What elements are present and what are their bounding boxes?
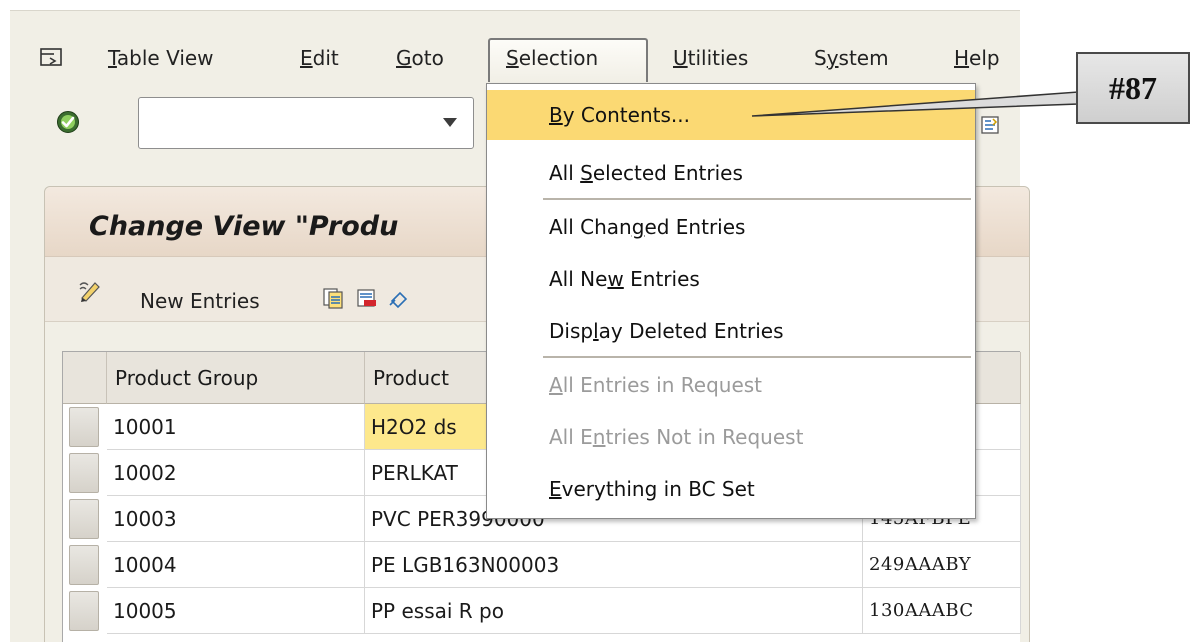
menu-item-all-selected-entries[interactable]: All Selected Entries [487,148,975,198]
new-entries-button[interactable]: New Entries [140,289,260,313]
menu-utilities[interactable]: Utilities [673,45,748,71]
sap-window: Table View Edit Goto Selection Utilities… [10,10,1030,642]
row-selector[interactable] [69,453,99,493]
enter-check-icon[interactable] [56,110,80,134]
menu-item-all-changed-entries[interactable]: All Changed Entries [487,202,975,252]
delete-row-icon[interactable] [356,287,378,309]
cell-code[interactable]: 249AAABY [863,542,1021,588]
table-row[interactable]: 10004 PE LGB163N00003 249AAABY [63,542,1021,588]
cell-product-group[interactable]: 10001 [107,404,365,450]
callout-label: #87 [1076,52,1190,124]
row-selector[interactable] [69,591,99,631]
page-title: Change View "Produ [89,211,399,242]
cell-product[interactable]: PP essai R po [365,588,863,634]
cell-product[interactable]: PE LGB163N00003 [365,542,863,588]
layout-menu-icon[interactable] [980,115,1000,135]
copy-icon[interactable] [322,287,344,309]
cell-product-group[interactable]: 10002 [107,450,365,496]
cell-product-group[interactable]: 10005 [107,588,365,634]
selection-dropdown-menu: By Contents... All Selected Entries All … [486,83,976,519]
menu-edit[interactable]: Edit [300,45,339,71]
chevron-down-icon[interactable] [443,118,457,127]
menu-help[interactable]: Help [954,45,1000,71]
menu-separator [543,356,971,358]
menu-item-all-entries-in-request: All Entries in Request [549,373,763,397]
menu-bar: Table View Edit Goto Selection Utilities… [10,11,1020,82]
menu-system[interactable]: System [814,45,889,71]
edit-pencil-icon[interactable] [78,277,104,303]
row-selector[interactable] [69,407,99,447]
menu-item-everything-in-bc-set[interactable]: Everything in BC Set [487,464,975,514]
menu-item-all-entries-not-in-request: All Entries Not in Request [549,425,804,449]
select-all-header[interactable] [63,352,107,404]
column-header-product-group[interactable]: Product Group [107,352,365,404]
row-selector[interactable] [69,499,99,539]
table-row[interactable]: 10005 PP essai R po 130AAABC [63,588,1021,634]
menu-selection[interactable]: Selection [506,45,598,71]
row-selector[interactable] [69,545,99,585]
command-field[interactable] [138,97,474,149]
cell-code[interactable]: 130AAABC [863,588,1021,634]
menu-item-by-contents[interactable]: By Contents... [487,90,975,140]
menu-item-all-new-entries[interactable]: All New Entries [487,254,975,304]
menu-goto[interactable]: Goto [396,45,444,71]
menu-separator [543,198,971,200]
undo-change-icon[interactable] [388,287,410,309]
cell-product-group[interactable]: 10003 [107,496,365,542]
menu-item-display-deleted-entries[interactable]: Display Deleted Entries [487,306,975,356]
cell-product-group[interactable]: 10004 [107,542,365,588]
menu-table-view[interactable]: Table View [108,45,214,71]
system-menu-icon[interactable] [40,48,62,66]
